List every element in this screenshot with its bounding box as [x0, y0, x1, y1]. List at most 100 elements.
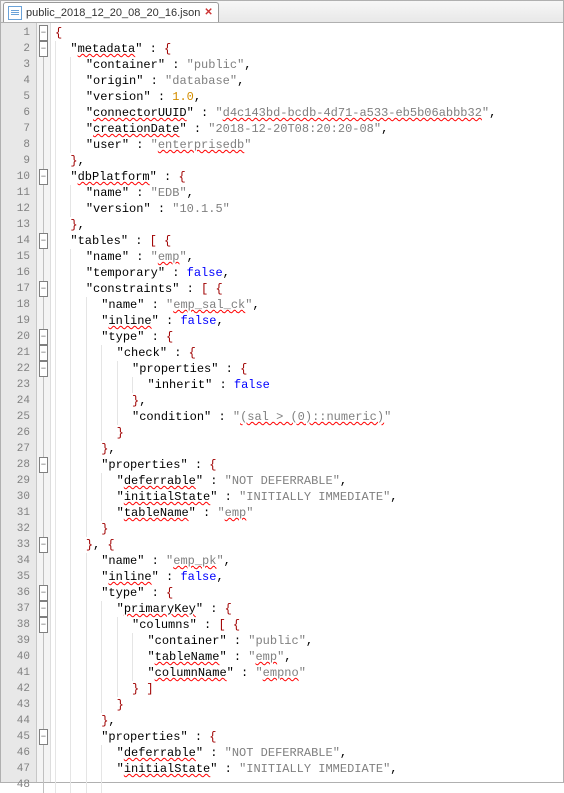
code-line: "primaryKey" : {	[55, 601, 563, 617]
fold-toggle[interactable]: −	[39, 345, 48, 361]
code-line: "container" : "public",	[55, 57, 563, 73]
fold-toggle[interactable]: −	[39, 329, 48, 345]
line-number: 16	[1, 265, 30, 281]
code-line: },	[55, 153, 563, 169]
fold-toggle[interactable]: −	[39, 233, 48, 249]
fold-toggle[interactable]: −	[39, 25, 48, 41]
fold-guide	[43, 89, 44, 105]
fold-guide	[43, 153, 44, 169]
code-line: "columnName" : "empno"	[55, 665, 563, 681]
code-line: "type" : {	[55, 329, 563, 345]
code-line: "properties" : {	[55, 457, 563, 473]
line-number: 22	[1, 361, 30, 377]
fold-guide	[43, 297, 44, 313]
fold-guide	[43, 137, 44, 153]
code-line: "tableName" : "emp"	[55, 505, 563, 521]
line-number: 3	[1, 57, 30, 73]
fold-toggle[interactable]: −	[39, 537, 48, 553]
line-number: 14	[1, 233, 30, 249]
line-number: 2	[1, 41, 30, 57]
file-icon	[8, 6, 22, 20]
line-number: 21	[1, 345, 30, 361]
line-number: 20	[1, 329, 30, 345]
fold-guide	[43, 393, 44, 409]
line-number: 43	[1, 697, 30, 713]
line-number: 48	[1, 777, 30, 793]
line-number: 25	[1, 409, 30, 425]
code-line: "user" : "enterprisedb"	[55, 137, 563, 153]
line-number: 15	[1, 249, 30, 265]
fold-guide	[43, 105, 44, 121]
close-icon[interactable]: ✕	[204, 7, 212, 18]
code-line: "properties" : {	[55, 361, 563, 377]
fold-guide	[43, 697, 44, 713]
fold-guide	[43, 73, 44, 89]
line-number: 9	[1, 153, 30, 169]
code-line: "properties" : {	[55, 729, 563, 745]
fold-guide	[43, 441, 44, 457]
line-number: 44	[1, 713, 30, 729]
fold-guide	[43, 377, 44, 393]
fold-guide	[43, 569, 44, 585]
code-line: }, {	[55, 537, 563, 553]
line-number: 11	[1, 185, 30, 201]
fold-toggle[interactable]: −	[39, 457, 48, 473]
line-number: 33	[1, 537, 30, 553]
file-tab[interactable]: public_2018_12_20_08_20_16.json ✕	[3, 2, 219, 22]
fold-guide	[43, 473, 44, 489]
line-number: 28	[1, 457, 30, 473]
fold-toggle[interactable]: −	[39, 361, 48, 377]
fold-guide	[43, 761, 44, 777]
fold-toggle[interactable]: −	[39, 617, 48, 633]
fold-toggle[interactable]: −	[39, 41, 48, 57]
code-line: "container" : "public",	[55, 633, 563, 649]
fold-toggle[interactable]: −	[39, 729, 48, 745]
fold-guide	[43, 217, 44, 233]
fold-guide	[43, 409, 44, 425]
code-area[interactable]: { "metadata" : { "container" : "public",…	[51, 23, 563, 782]
code-line: "creationDate" : "2018-12-20T08:20:20-08…	[55, 121, 563, 137]
fold-guide	[43, 313, 44, 329]
line-number: 39	[1, 633, 30, 649]
code-line: },	[55, 441, 563, 457]
line-number: 46	[1, 745, 30, 761]
line-number: 40	[1, 649, 30, 665]
code-line: "version" : "10.1.5"	[55, 201, 563, 217]
fold-guide	[43, 521, 44, 537]
editor: 1234567891011121314151617181920212223242…	[1, 23, 563, 782]
fold-toggle[interactable]: −	[39, 281, 48, 297]
fold-toggle[interactable]: −	[39, 169, 48, 185]
code-line: "tables" : [ {	[55, 233, 563, 249]
code-line: },	[55, 217, 563, 233]
code-line: }	[55, 425, 563, 441]
line-number: 27	[1, 441, 30, 457]
code-line: "deferrable" : "NOT DEFERRABLE",	[55, 745, 563, 761]
line-number: 30	[1, 489, 30, 505]
line-number: 36	[1, 585, 30, 601]
line-number: 31	[1, 505, 30, 521]
fold-guide	[43, 249, 44, 265]
code-line: "temporary" : false,	[55, 265, 563, 281]
fold-guide	[43, 505, 44, 521]
line-number: 8	[1, 137, 30, 153]
line-number: 41	[1, 665, 30, 681]
line-number: 29	[1, 473, 30, 489]
line-number: 32	[1, 521, 30, 537]
line-number: 38	[1, 617, 30, 633]
fold-toggle[interactable]: −	[39, 585, 48, 601]
code-line: "name" : "emp_pk",	[55, 553, 563, 569]
code-line: "version" : 1.0,	[55, 89, 563, 105]
code-line: },	[55, 393, 563, 409]
fold-toggle[interactable]: −	[39, 601, 48, 617]
line-number: 17	[1, 281, 30, 297]
tab-filename: public_2018_12_20_08_20_16.json	[26, 7, 200, 19]
line-number: 47	[1, 761, 30, 777]
code-line: "check" : {	[55, 345, 563, 361]
fold-guide	[43, 265, 44, 281]
line-number: 1	[1, 25, 30, 41]
code-line: "name" : "emp",	[55, 249, 563, 265]
code-line: "constraints" : [ {	[55, 281, 563, 297]
line-number: 35	[1, 569, 30, 585]
fold-guide	[43, 121, 44, 137]
fold-guide	[43, 649, 44, 665]
